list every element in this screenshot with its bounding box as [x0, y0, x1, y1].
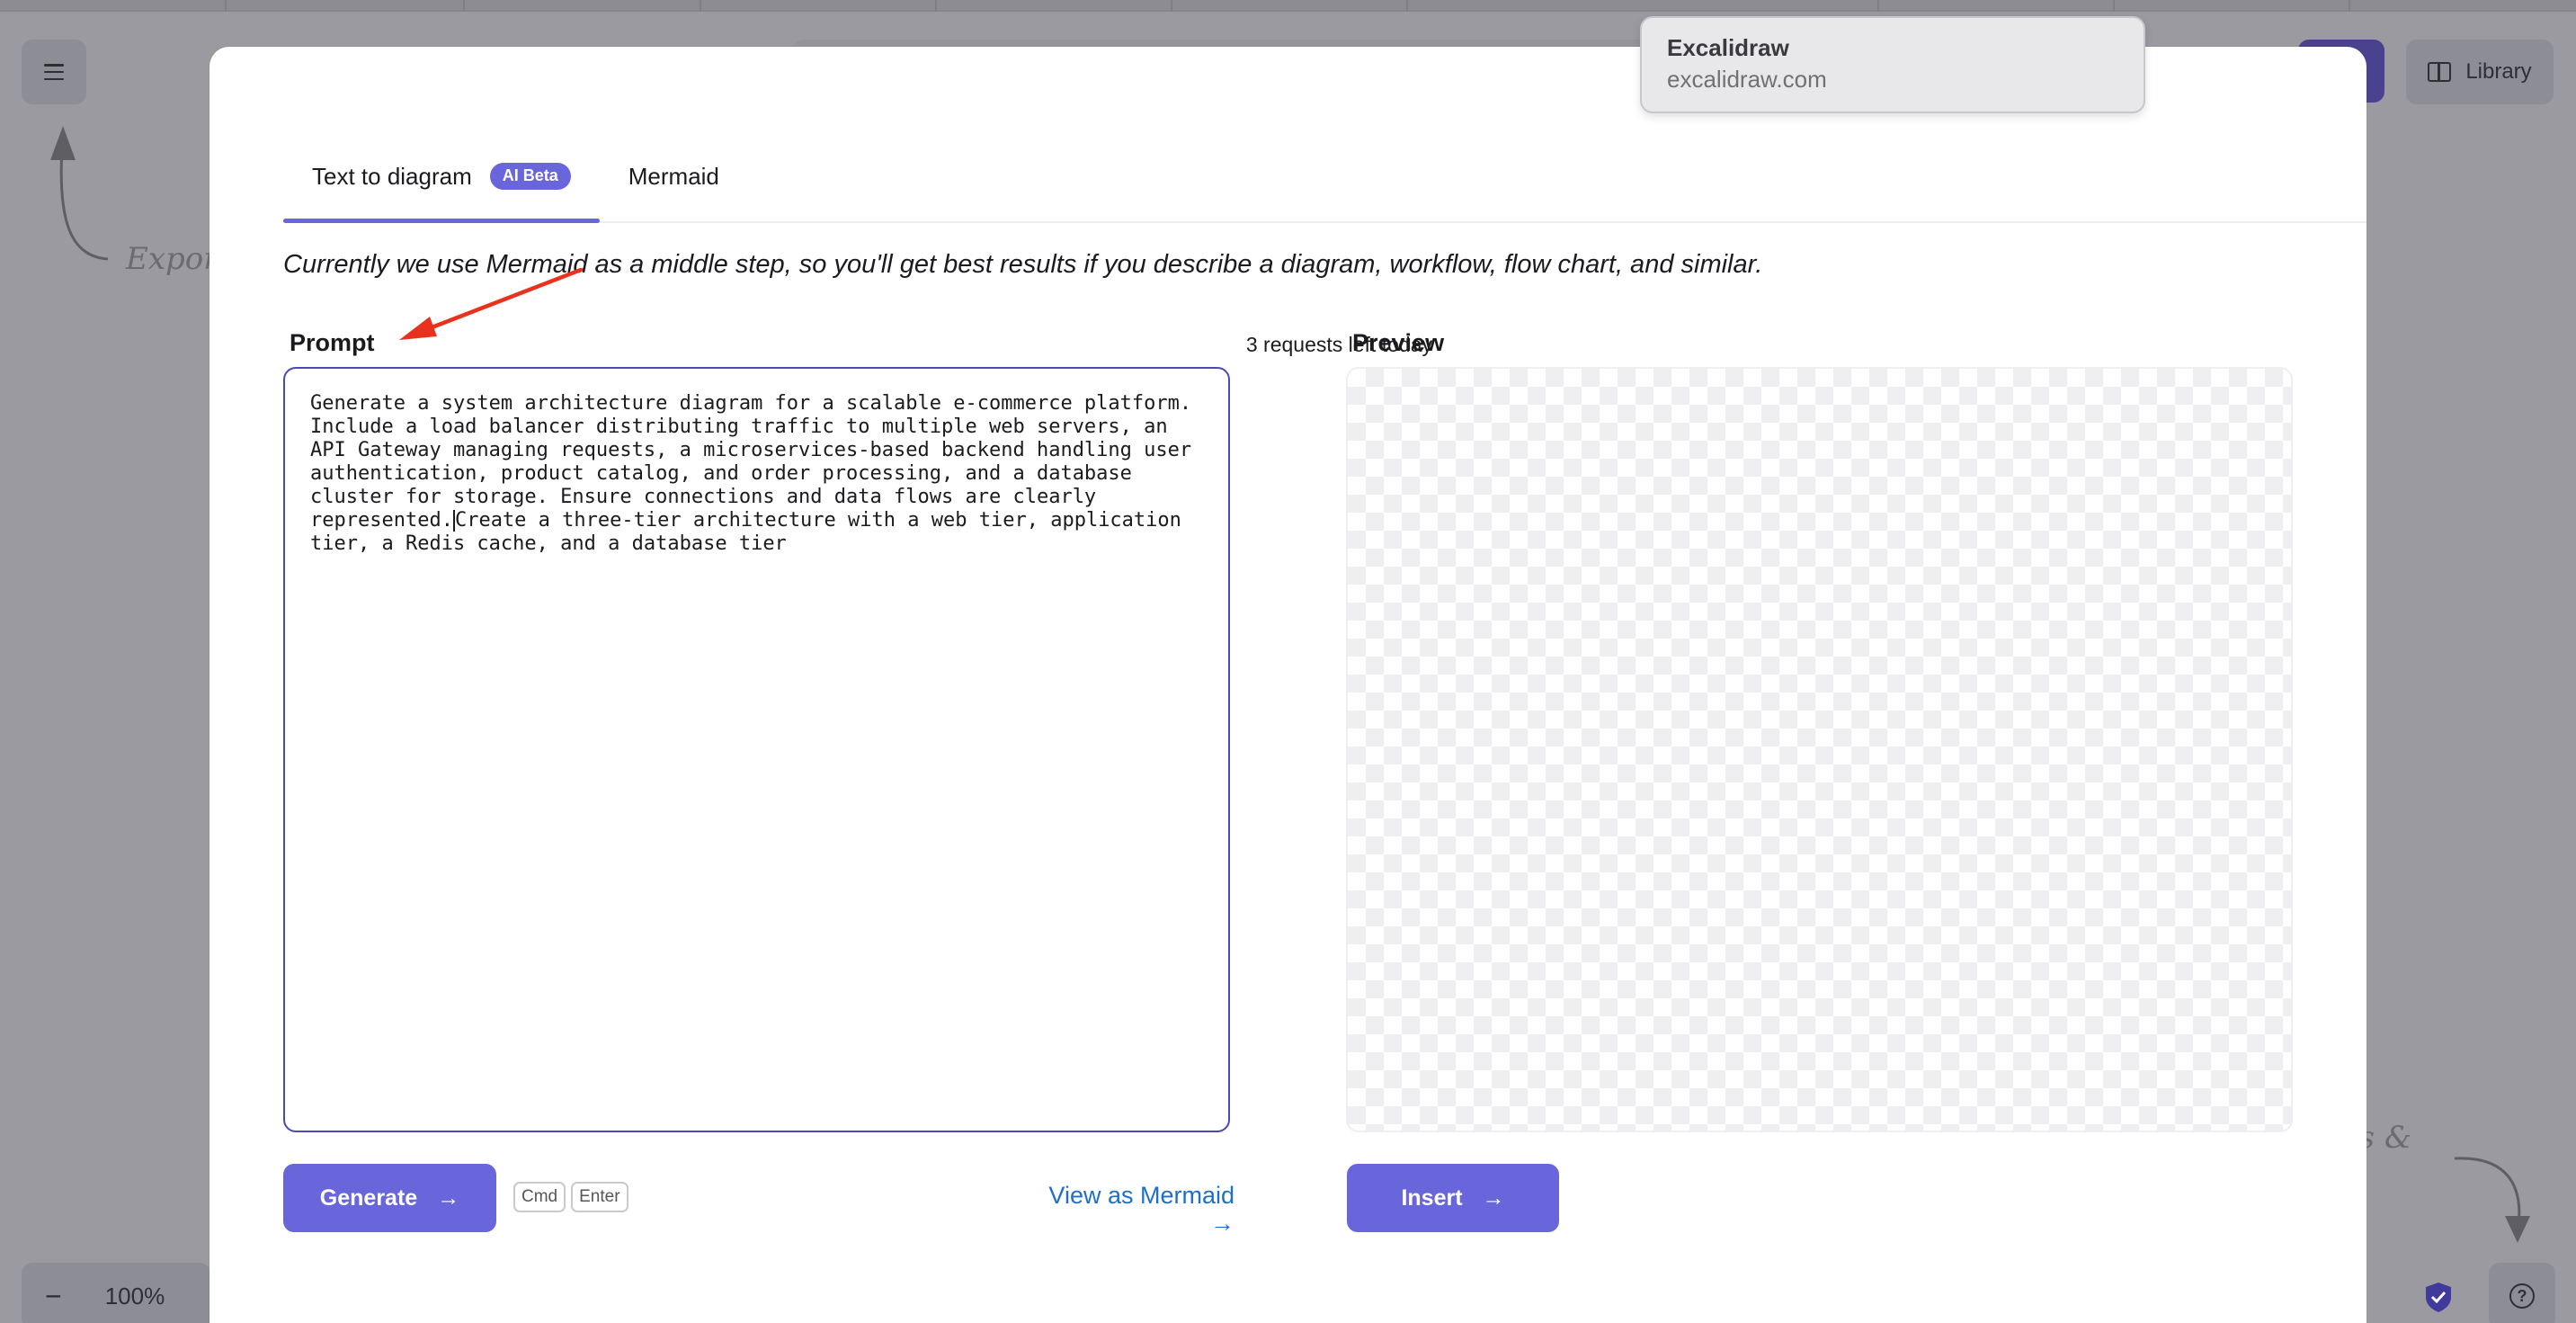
prompt-label: Prompt [290, 329, 375, 356]
zoom-controls: − 100% [22, 1263, 210, 1323]
export-hint-text: Expor [126, 241, 218, 277]
insert-button[interactable]: Insert → [1347, 1164, 1559, 1232]
kbd-cmd: Cmd [513, 1182, 566, 1212]
prompt-textarea[interactable]: Generate a system architecture diagram f… [283, 367, 1230, 1132]
zoom-level[interactable]: 100% [105, 1283, 165, 1310]
help-hint-arrow [2454, 1157, 2521, 1233]
view-as-mermaid-link[interactable]: View as Mermaid → [1019, 1182, 1235, 1238]
main-menu-button[interactable] [22, 40, 86, 104]
ai-beta-badge: AI Beta [489, 163, 571, 190]
tab-text-to-diagram[interactable]: Text to diagram AI Beta [283, 131, 600, 223]
shield-icon[interactable] [2420, 1279, 2456, 1315]
intro-text: Currently we use Mermaid as a middle ste… [283, 250, 1763, 279]
library-button[interactable]: Library [2406, 40, 2554, 104]
generate-label: Generate [319, 1184, 418, 1211]
tab-mermaid[interactable]: Mermaid [600, 131, 748, 221]
browser-tab-strip [0, 0, 2576, 12]
menu-hint-arrow [59, 134, 109, 261]
tooltip-url: excalidraw.com [1667, 66, 1827, 93]
kbd-enter: Enter [571, 1182, 628, 1212]
preview-label: Preview [1352, 329, 1445, 356]
dialog-tabs: Text to diagram AI Beta Mermaid [283, 131, 2367, 223]
menu-hint-arrowhead [50, 126, 76, 160]
preview-canvas [1346, 367, 2293, 1132]
help-button[interactable]: ? [2489, 1263, 2555, 1323]
tab-label: Mermaid [628, 162, 719, 190]
book-icon [2428, 62, 2452, 82]
hamburger-icon [44, 64, 64, 80]
site-tooltip: Excalidraw excalidraw.com [1640, 16, 2145, 113]
arrow-right-icon: → [1482, 1184, 1505, 1211]
tab-label: Text to diagram [312, 162, 472, 190]
shortcut-hint: Cmd Enter [513, 1182, 628, 1212]
insert-label: Insert [1401, 1184, 1463, 1211]
arrow-right-icon: → [437, 1184, 460, 1211]
question-icon: ? [2509, 1283, 2535, 1309]
text-to-diagram-dialog: Text to diagram AI Beta Mermaid Currentl… [209, 47, 2367, 1323]
library-label: Library [2465, 59, 2532, 84]
zoom-out-button[interactable]: − [45, 1280, 62, 1313]
generate-button[interactable]: Generate → [283, 1164, 496, 1232]
help-hint-arrowhead [2505, 1216, 2530, 1243]
tooltip-title: Excalidraw [1667, 34, 1789, 61]
